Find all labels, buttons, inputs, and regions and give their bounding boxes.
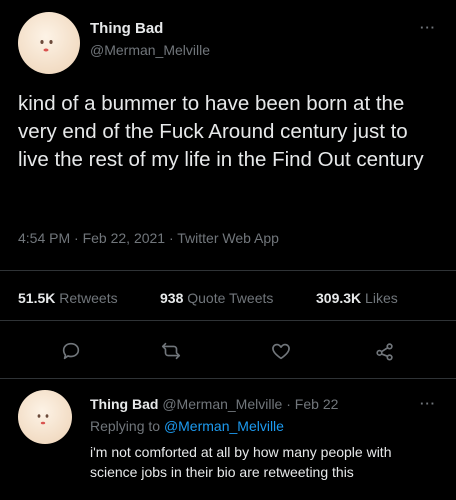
avatar[interactable]: [18, 12, 80, 74]
quote-tweets-label: Quote Tweets: [187, 290, 274, 306]
quote-tweets-stat[interactable]: 938 Quote Tweets: [160, 290, 273, 306]
reply-avatar[interactable]: [18, 390, 72, 444]
avatar-face-icon: [40, 40, 53, 52]
reply-display-name[interactable]: Thing Bad: [90, 396, 158, 412]
replying-prefix: Replying to: [90, 418, 161, 434]
reply-more-options-icon[interactable]: ···: [420, 396, 436, 411]
retweet-icon[interactable]: [160, 340, 182, 362]
quote-tweets-count: 938: [160, 290, 184, 306]
retweets-stat[interactable]: 51.5K Retweets: [18, 290, 118, 306]
share-icon[interactable]: [374, 340, 396, 362]
display-name[interactable]: Thing Bad: [90, 20, 163, 37]
likes-stat[interactable]: 309.3K Likes: [316, 290, 398, 306]
divider: [0, 320, 456, 321]
reply-handle[interactable]: @Merman_Melville: [162, 396, 282, 412]
reply-date[interactable]: · Feb 22: [286, 396, 338, 412]
tweet-meta[interactable]: 4:54 PM · Feb 22, 2021 · Twitter Web App: [18, 230, 279, 246]
reply-text: i'm not comforted at all by how many peo…: [90, 444, 392, 480]
reply-icon[interactable]: [60, 340, 82, 362]
replying-to-link[interactable]: @Merman_Melville: [164, 418, 284, 434]
avatar-face-icon: [37, 414, 49, 425]
retweets-label: Retweets: [59, 290, 118, 306]
replying-to: Replying to @Merman_Melville: [90, 418, 284, 434]
likes-count: 309.3K: [316, 290, 362, 306]
divider: [0, 378, 456, 379]
user-handle[interactable]: @Merman_Melville: [90, 42, 210, 58]
retweets-count: 51.5K: [18, 290, 56, 306]
more-options-icon[interactable]: ···: [420, 20, 436, 35]
tweet-text: kind of a bummer to have been born at th…: [18, 92, 424, 171]
likes-label: Likes: [365, 290, 398, 306]
reply-header: Thing Bad @Merman_Melville · Feb 22: [90, 396, 338, 412]
like-icon[interactable]: [270, 340, 292, 362]
divider: [0, 270, 456, 271]
